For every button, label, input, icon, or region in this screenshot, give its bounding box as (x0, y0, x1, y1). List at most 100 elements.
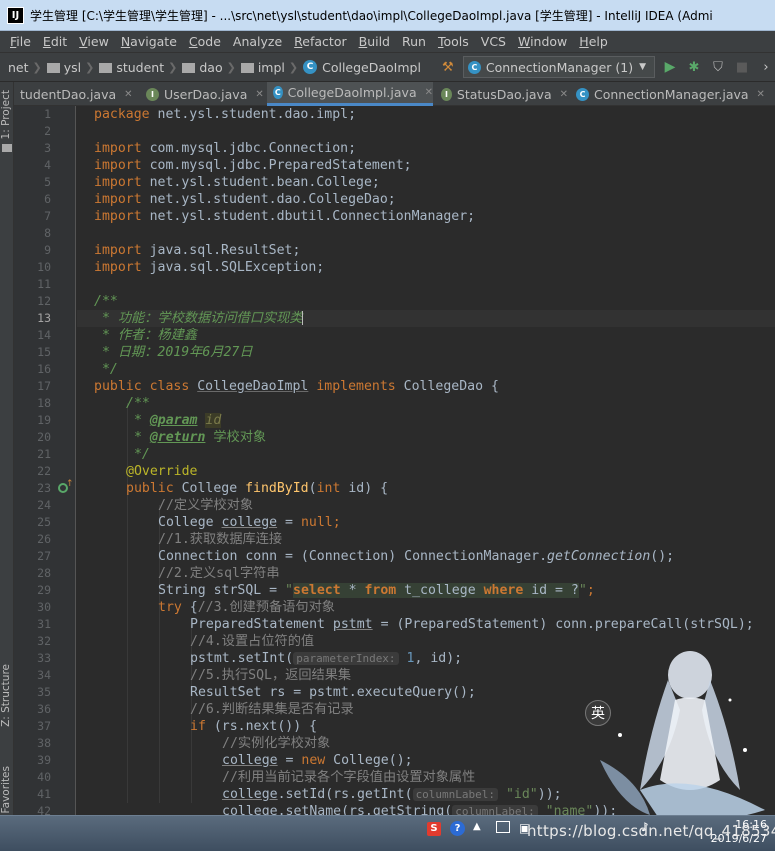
tab-statusdao[interactable]: I StatusDao.java ✕ (435, 82, 568, 106)
code-line-12: /** (94, 294, 118, 309)
code-line-3: import com.mysql.jdbc.Connection; (94, 141, 357, 156)
close-icon[interactable]: ✕ (255, 89, 263, 100)
text-caret (302, 311, 304, 325)
code-line-18: /** (126, 396, 150, 411)
breadcrumb-collegedaoimpl[interactable]: C CollegeDaoImpl (303, 60, 421, 75)
close-icon[interactable]: ✕ (425, 87, 433, 98)
more-icon[interactable]: › (757, 58, 775, 76)
code-line-15: * 日期：2019年6月27日 (94, 345, 253, 360)
breadcrumb-dao[interactable]: dao ❯ (182, 60, 240, 75)
run-icon[interactable]: ▶ (661, 58, 679, 76)
tab-userdao[interactable]: I UserDao.java ✕ (140, 82, 265, 106)
line-number: 8 (44, 226, 51, 240)
navigation-bar: net ❯ ysl ❯ student ❯ dao ❯ impl ❯ C CollegeDa… (0, 52, 775, 82)
code-line-14: * 作者：杨建鑫 (94, 328, 197, 343)
menu-help[interactable]: Help (579, 34, 608, 49)
line-number: 14 (37, 328, 51, 342)
menu-analyze[interactable]: Analyze (233, 34, 282, 49)
code-line-20: * @return 学校对象 (126, 430, 267, 445)
menu-code[interactable]: Code (189, 34, 221, 49)
code-line-33: pstmt.setInt(parameterIndex: 1, id); (190, 651, 463, 666)
folder-icon (99, 63, 113, 73)
line-number: 28 (37, 566, 51, 580)
line-number: 23 (37, 481, 51, 495)
tab-connectionmanager[interactable]: C ConnectionManager.java ✕ (570, 82, 775, 106)
line-number: 4 (44, 158, 51, 172)
stop-icon[interactable]: ■ (733, 58, 751, 76)
line-number: 35 (37, 685, 51, 699)
close-icon[interactable]: ✕ (124, 89, 132, 100)
breadcrumb-ysl[interactable]: ysl ❯ (46, 60, 100, 75)
project-tool-button[interactable]: 1: Project (0, 90, 14, 139)
menu-run[interactable]: Run (402, 34, 426, 49)
build-project-icon[interactable]: ⚒ (439, 58, 457, 76)
class-icon: C (467, 60, 481, 74)
line-number: 17 (37, 379, 51, 393)
code-line-26: //1.获取数据库连接 (158, 532, 283, 547)
line-number: 32 (37, 634, 51, 648)
code-line-25: College college = null; (158, 515, 341, 530)
line-number: 39 (37, 753, 51, 767)
sogou-ime-icon[interactable]: S (427, 822, 441, 836)
code-line-38: //实例化学校对象 (222, 736, 331, 751)
code-line-40: //利用当前记录各个字段值由设置对象属性 (222, 770, 476, 785)
menu-vcs[interactable]: VCS (481, 34, 506, 49)
menu-build[interactable]: Build (359, 34, 390, 49)
run-configuration-dropdown[interactable]: C ConnectionManager (1) ▼ (462, 56, 655, 78)
menu-navigate[interactable]: Navigate (121, 34, 177, 49)
code-line-10: import java.sql.SQLException; (94, 260, 325, 275)
menu-view[interactable]: View (79, 34, 109, 49)
line-number: 29 (37, 583, 51, 597)
line-number: 11 (37, 277, 51, 291)
interface-icon: I (441, 87, 452, 101)
tab-studentdao[interactable]: tudentDao.java ✕ (14, 82, 138, 106)
code-line-23: public College findById(int id) { (126, 481, 389, 496)
close-icon[interactable]: ✕ (560, 89, 568, 100)
menu-window[interactable]: Window (518, 34, 567, 49)
menu-file[interactable]: File (10, 34, 31, 49)
line-number: 7 (44, 209, 51, 223)
code-line-6: import net.ysl.student.dao.CollegeDao; (94, 192, 396, 207)
line-number: 18 (37, 396, 51, 410)
folder-icon (240, 63, 254, 73)
coverage-icon[interactable]: ⛉ (709, 58, 727, 76)
editor-gutter[interactable]: 1 3 2 4 5 6 7 8 9 10 11 12 13 14 15 16 1… (14, 106, 76, 851)
folder-icon (46, 63, 60, 73)
chevron-right-icon: ❯ (288, 60, 299, 74)
line-number: 2 (44, 124, 51, 138)
help-icon[interactable]: ? (450, 821, 465, 836)
structure-tool-button[interactable]: Z: Structure (0, 664, 14, 727)
menu-edit[interactable]: Edit (43, 34, 67, 49)
menu-bar: File Edit View Navigate Code Analyze Ref… (0, 31, 775, 52)
notification-arrow-icon[interactable]: ▲ (473, 821, 481, 832)
line-number: 36 (37, 702, 51, 716)
favorites-tool-button[interactable]: Favorites (0, 766, 14, 813)
line-number: 37 (37, 719, 51, 733)
code-line-37: if (rs.next()) { (190, 719, 318, 734)
ime-language-indicator[interactable]: 英 (585, 700, 611, 726)
line-number-current: 13 (37, 311, 51, 325)
line-number: 21 (37, 447, 51, 461)
line-number: 5 (44, 175, 51, 189)
menu-tools[interactable]: Tools (438, 34, 469, 49)
line-number: 22 (37, 464, 51, 478)
line-number: 19 (37, 413, 51, 427)
line-number: 16 (37, 362, 51, 376)
line-number: 9 (44, 243, 51, 257)
line-number: 33 (37, 651, 51, 665)
code-line-32: //4.设置占位符的值 (190, 634, 315, 649)
chevron-right-icon: ❯ (168, 60, 178, 74)
chevron-right-icon: ❯ (85, 60, 95, 74)
action-center-icon[interactable] (496, 821, 510, 833)
menu-refactor[interactable]: Refactor (294, 34, 346, 49)
close-icon[interactable]: ✕ (757, 89, 765, 100)
code-line-27: Connection conn = (Connection) Connectio… (158, 549, 675, 564)
tab-collegedaoimpl[interactable]: C CollegeDaoImpl.java ✕ (267, 82, 433, 106)
debug-icon[interactable]: ✱ (685, 58, 703, 76)
interface-icon: I (146, 87, 159, 101)
breadcrumb-student[interactable]: student ❯ (99, 60, 182, 75)
intellij-icon: IJ (7, 6, 24, 24)
breadcrumb-impl[interactable]: impl ❯ (240, 60, 303, 75)
breadcrumb-net[interactable]: net ❯ (8, 60, 47, 75)
code-line-29: String strSQL = "select * from t_college… (158, 583, 595, 598)
